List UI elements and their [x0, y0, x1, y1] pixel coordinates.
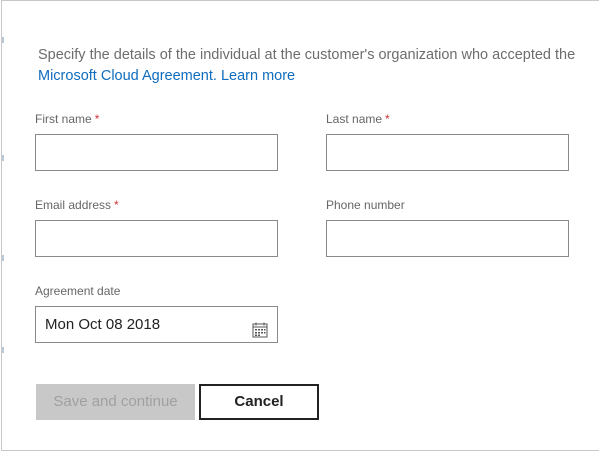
first-name-input[interactable]	[35, 134, 278, 171]
save-and-continue-button[interactable]: Save and continue	[36, 384, 195, 420]
required-marker: *	[385, 112, 390, 126]
last-name-input[interactable]	[326, 134, 569, 171]
learn-more-link[interactable]: Learn more	[221, 68, 295, 84]
agreement-date-value: Mon Oct 08 2018	[45, 316, 161, 333]
first-name-label: First name *	[35, 112, 100, 126]
email-input[interactable]	[35, 220, 278, 257]
email-label: Email address *	[35, 198, 119, 212]
intro-description: Specify the details of the individual at…	[38, 47, 576, 63]
required-marker: *	[114, 198, 119, 212]
agreement-date-picker[interactable]: Mon Oct 08 2018	[35, 306, 278, 343]
microsoft-cloud-agreement-link[interactable]: Microsoft Cloud Agreement.	[38, 68, 217, 84]
required-marker: *	[94, 112, 100, 126]
intro-text: Specify the details of the individual at…	[38, 45, 583, 87]
cancel-button[interactable]: Cancel	[199, 384, 319, 420]
agreement-date-label: Agreement date	[35, 284, 121, 298]
phone-input[interactable]	[326, 220, 569, 257]
form-panel: Specify the details of the individual at…	[1, 0, 599, 451]
last-name-label: Last name *	[326, 112, 390, 126]
calendar-icon[interactable]	[252, 316, 268, 338]
phone-label: Phone number	[326, 198, 405, 212]
